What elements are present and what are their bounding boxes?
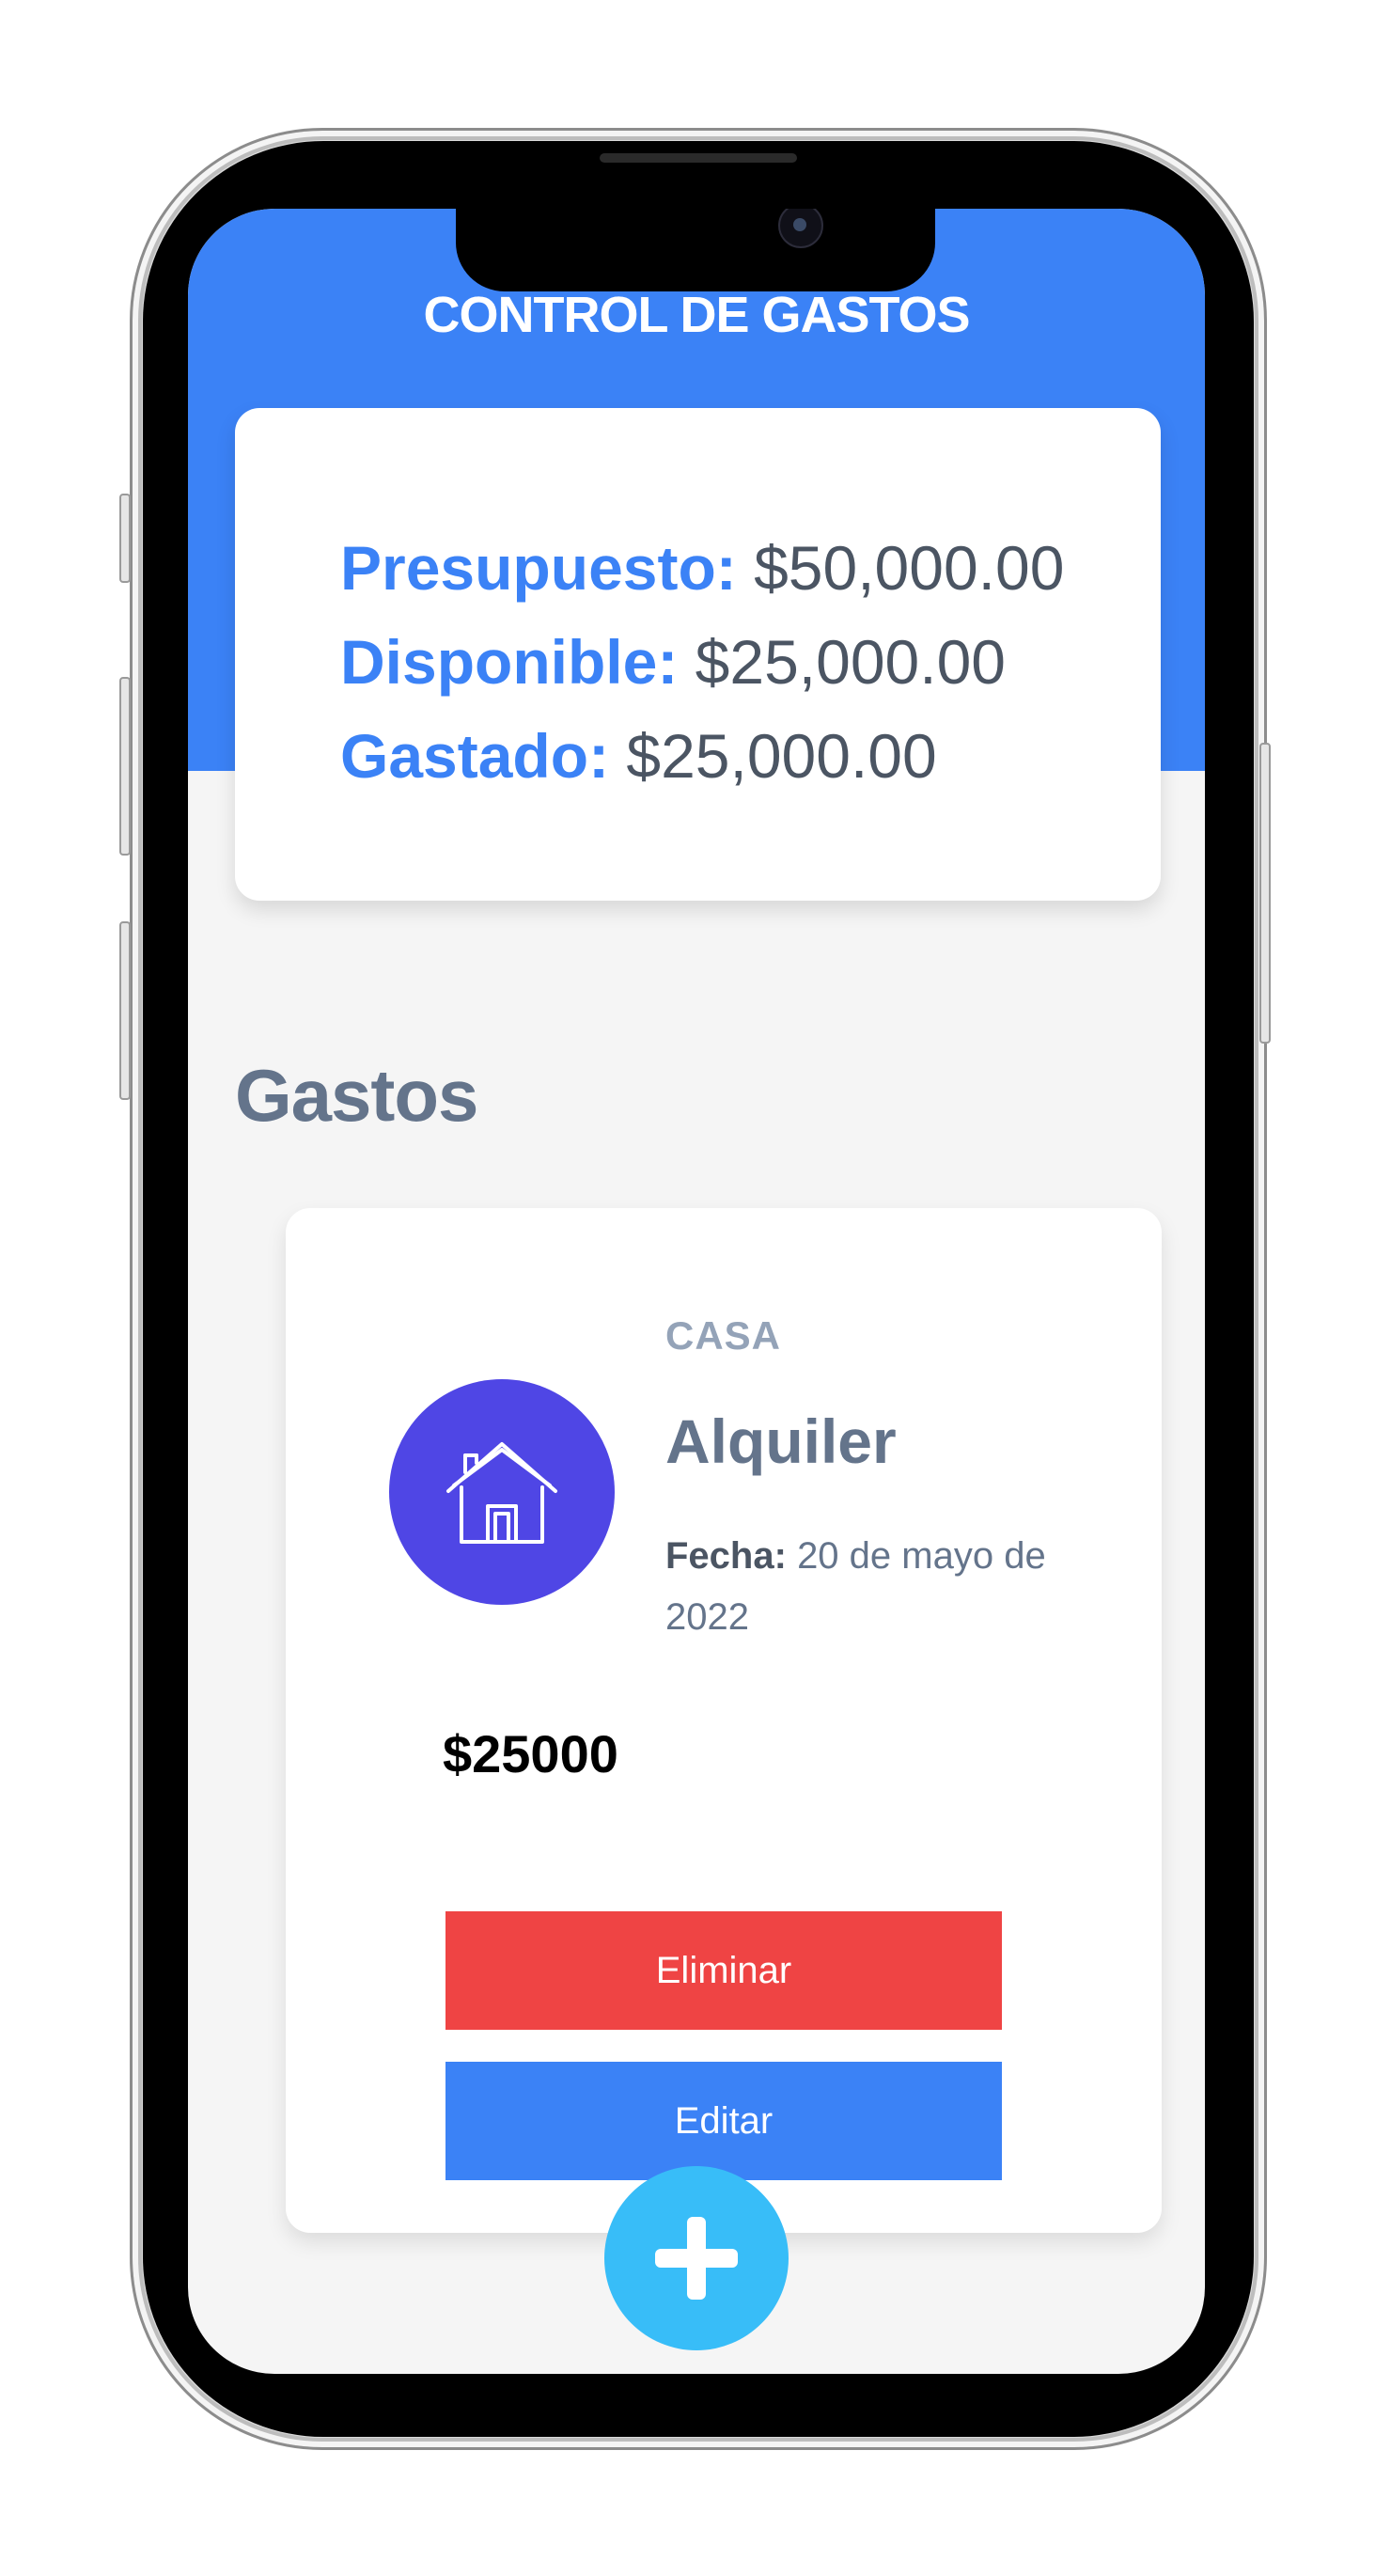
budget-total-label: Presupuesto: bbox=[340, 533, 737, 603]
budget-total-row: Presupuesto: $50,000.00 bbox=[340, 521, 1161, 615]
volume-up-button bbox=[119, 677, 131, 856]
budget-spent-value: $25,000.00 bbox=[626, 721, 937, 791]
category-icon-circle bbox=[389, 1379, 615, 1605]
budget-available-label: Disponible: bbox=[340, 627, 679, 697]
expenses-section-title: Gastos bbox=[235, 1054, 478, 1137]
camera-icon bbox=[778, 209, 823, 248]
notch bbox=[456, 209, 935, 291]
budget-total-value: $50,000.00 bbox=[754, 533, 1065, 603]
app-title: CONTROL DE GASTOS bbox=[423, 287, 970, 343]
expense-name: Alquiler bbox=[665, 1406, 897, 1476]
device-mockup: CONTROL DE GASTOS Presupuesto: $50,000.0… bbox=[0, 0, 1391, 2576]
edit-expense-button[interactable]: Editar bbox=[445, 2062, 1002, 2180]
budget-spent-label: Gastado: bbox=[340, 721, 610, 791]
budget-available-row: Disponible: $25,000.00 bbox=[340, 615, 1161, 709]
expense-date-label: Fecha: bbox=[665, 1535, 787, 1577]
budget-spent-row: Gastado: $25,000.00 bbox=[340, 709, 1161, 803]
expense-card[interactable]: CASA Alquiler Fecha: 20 de mayo de 2022 … bbox=[286, 1208, 1162, 2233]
power-button bbox=[1259, 743, 1271, 1044]
expense-category: CASA bbox=[665, 1313, 782, 1358]
budget-available-value: $25,000.00 bbox=[695, 627, 1006, 697]
add-expense-button[interactable] bbox=[604, 2166, 789, 2350]
volume-down-button bbox=[119, 921, 131, 1100]
plus-icon bbox=[655, 2217, 738, 2300]
budget-card: Presupuesto: $50,000.00 Disponible: $25,… bbox=[235, 408, 1161, 901]
speaker-grille bbox=[600, 153, 797, 163]
expense-amount: $25000 bbox=[443, 1724, 618, 1783]
mute-switch bbox=[119, 494, 131, 583]
expense-date: Fecha: 20 de mayo de 2022 bbox=[665, 1526, 1107, 1648]
house-icon bbox=[446, 1442, 557, 1544]
delete-expense-button[interactable]: Eliminar bbox=[445, 1911, 1002, 2030]
app-screen: CONTROL DE GASTOS Presupuesto: $50,000.0… bbox=[188, 209, 1205, 2374]
